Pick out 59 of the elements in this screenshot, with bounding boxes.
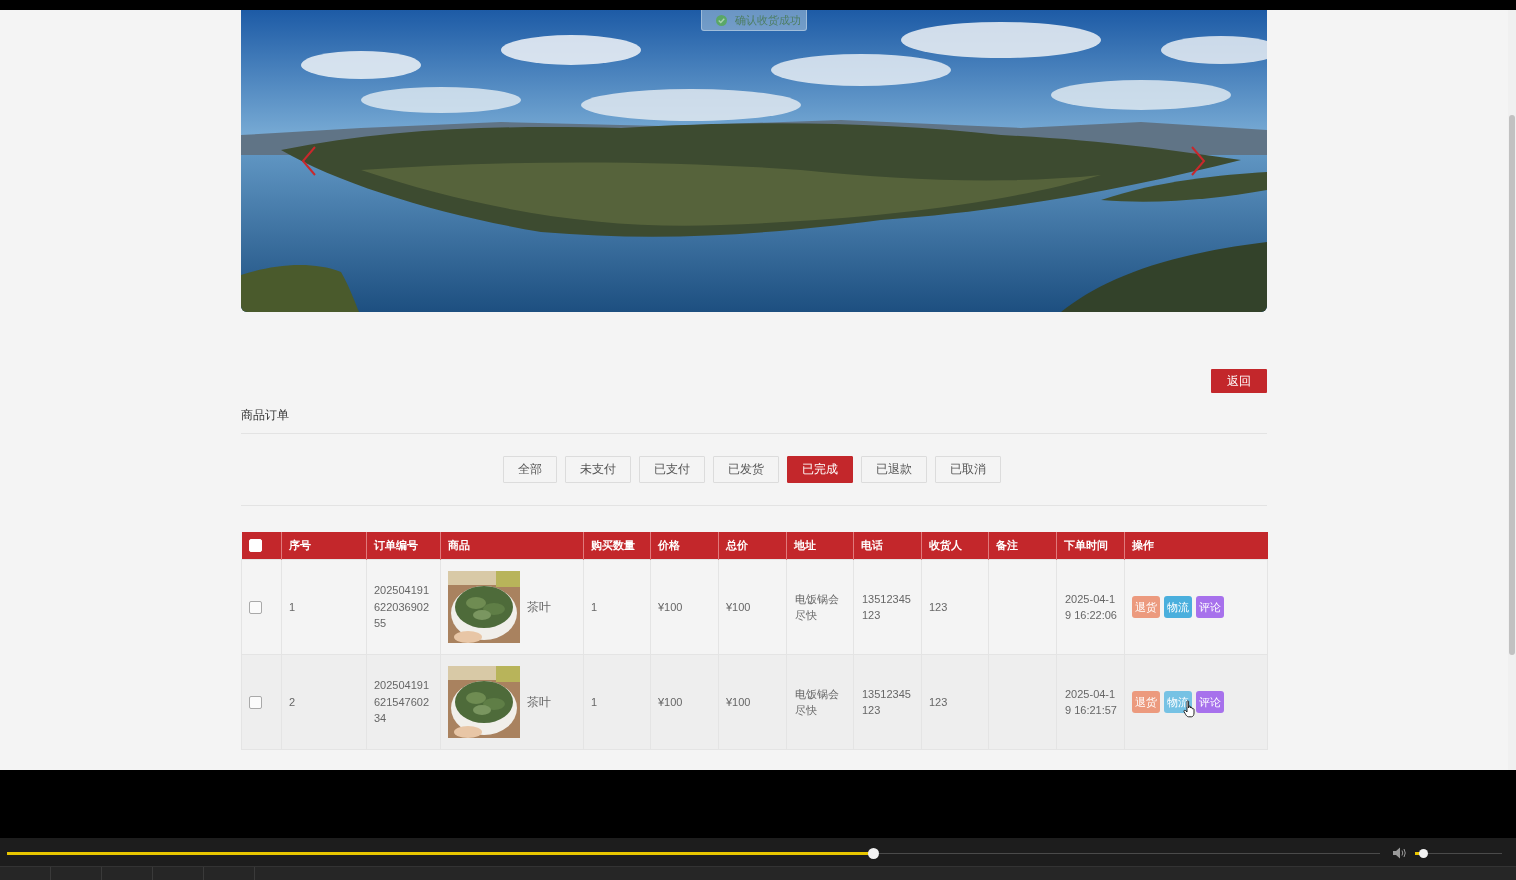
tea-bowl-drawing (448, 666, 520, 738)
table-cell: 电饭锅会尽快 (786, 559, 854, 655)
filter-tab[interactable]: 已支付 (639, 456, 705, 483)
table-cell: 2 (281, 654, 367, 750)
row-checkbox[interactable] (249, 600, 262, 614)
table-cell: ¥100 (650, 559, 719, 655)
column-header: 总价 (718, 532, 787, 560)
select-all-checkbox[interactable] (248, 539, 262, 552)
column-header: 备注 (988, 532, 1057, 560)
filter-tab[interactable]: 已发货 (713, 456, 779, 483)
table-cell: 123 (921, 654, 989, 750)
table-cell: ¥100 (650, 654, 719, 750)
column-header: 购买数量 (583, 532, 651, 560)
scrollbar[interactable] (1508, 10, 1516, 770)
column-header: 收货人 (921, 532, 989, 560)
row-checkbox[interactable] (249, 695, 262, 709)
filter-tab[interactable]: 已完成 (787, 456, 853, 483)
table-cell: 13512345123 (853, 654, 922, 750)
volume-slider[interactable] (1415, 847, 1502, 859)
table-cell: 20250419162203690255 (366, 559, 441, 655)
section-title: 商品订单 (241, 407, 289, 424)
check-circle-icon (716, 14, 727, 26)
filter-tab[interactable]: 未支付 (565, 456, 631, 483)
column-header: 操作 (1124, 532, 1268, 560)
product-name: 茶叶 (527, 693, 551, 711)
product-name: 茶叶 (527, 598, 551, 616)
volume-icon[interactable] (1393, 847, 1407, 859)
toast-text: 确认收货成功 (735, 13, 801, 27)
progress-slider[interactable] (7, 847, 1380, 859)
back-button[interactable]: 返回 (1211, 369, 1267, 393)
tea-bowl-drawing (448, 571, 520, 643)
filter-tab[interactable]: 全部 (503, 456, 557, 483)
slider-thumb[interactable] (1418, 848, 1428, 858)
table-cell: 1 (583, 559, 651, 655)
chevron-right-icon[interactable] (1190, 146, 1206, 176)
action-button[interactable]: 评论 (1196, 596, 1224, 618)
slider-thumb[interactable] (868, 847, 880, 859)
action-button[interactable]: 评论 (1196, 691, 1224, 713)
table-cell: 13512345123 (853, 559, 922, 655)
chevron-left-icon[interactable] (301, 146, 317, 176)
column-header: 订单编号 (366, 532, 441, 560)
table-cell: 20250419162154760234 (366, 654, 441, 750)
table-cell: ¥100 (718, 559, 787, 655)
table-cell: 1 (583, 654, 651, 750)
table-cell: 123 (921, 559, 989, 655)
table-cell: 1 (281, 559, 367, 655)
table-cell: 2025-04-19 16:21:57 (1056, 654, 1125, 750)
column-header: 价格 (650, 532, 719, 560)
column-header: 商品 (440, 532, 584, 560)
column-header: 地址 (786, 532, 854, 560)
column-header: 序号 (281, 532, 367, 560)
column-header: 下单时间 (1056, 532, 1125, 560)
table-cell: 2025-04-19 16:22:06 (1056, 559, 1125, 655)
filter-tab[interactable]: 已退款 (861, 456, 927, 483)
filter-tab[interactable]: 已取消 (935, 456, 1001, 483)
scrollbar-thumb[interactable] (1509, 115, 1515, 655)
column-header: 电话 (853, 532, 922, 560)
table-cell: ¥100 (718, 654, 787, 750)
table-cell: 电饭锅会尽快 (786, 654, 854, 750)
